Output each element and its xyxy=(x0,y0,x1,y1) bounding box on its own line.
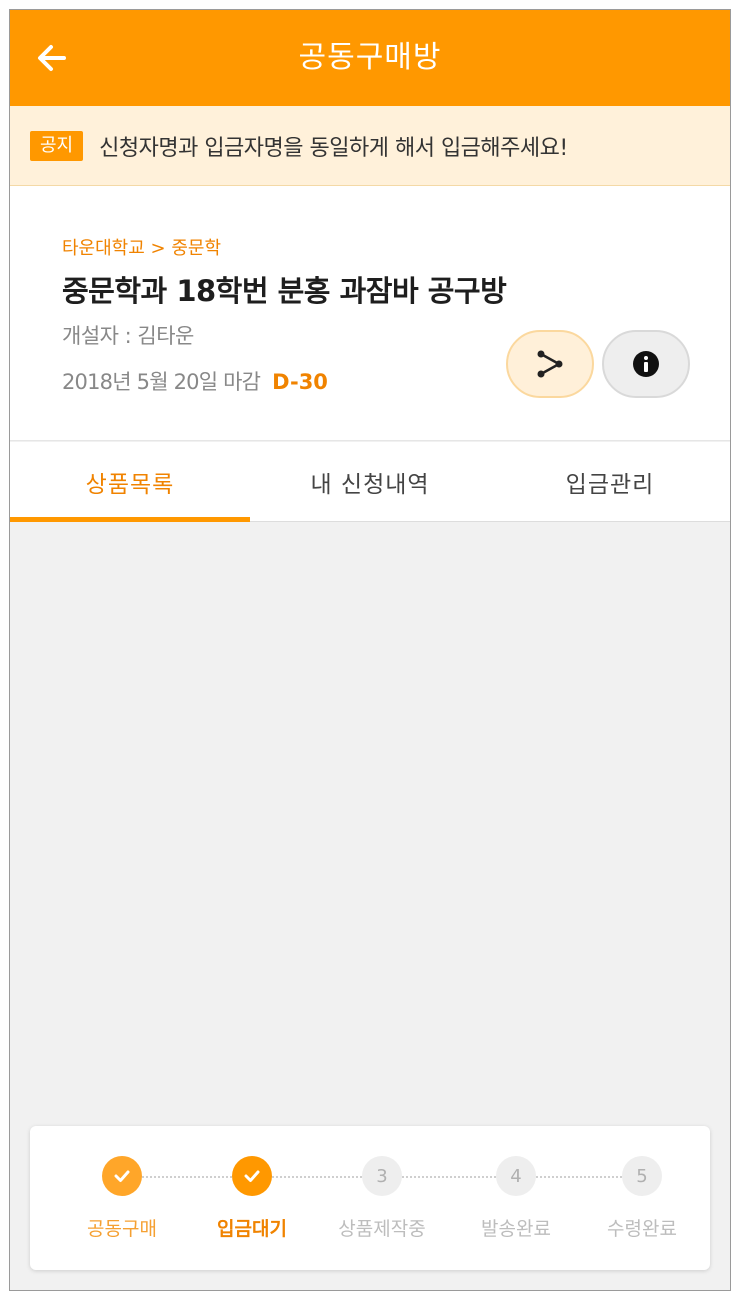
info-button[interactable] xyxy=(602,330,690,398)
check-icon xyxy=(244,1170,260,1182)
step-connector xyxy=(402,1176,496,1178)
app-header: 공동구매방 xyxy=(10,10,730,106)
breadcrumb[interactable]: 타운대학교 > 중문학 xyxy=(62,234,221,260)
tab-product-list[interactable]: 상품목록 xyxy=(10,442,250,522)
step-5-indicator: 5 xyxy=(622,1156,662,1196)
step-connector xyxy=(272,1176,362,1178)
notice-badge: 공지 xyxy=(30,130,84,161)
step-1-indicator xyxy=(102,1156,142,1196)
info-icon xyxy=(633,351,659,377)
app-screen: 공동구매방 공지 신청자명과 입금자명을 동일하게 해서 입금해주세요! 타운대… xyxy=(9,9,731,1291)
step-connector xyxy=(142,1176,232,1178)
room-creator: 개설자 : 김타운 xyxy=(62,324,194,348)
tab-payment-management[interactable]: 입금관리 xyxy=(490,442,730,521)
tab-bar: 상품목록 내 신청내역 입금관리 xyxy=(10,442,730,522)
deadline-row: 2018년 5월 20일 마감 D-30 xyxy=(62,366,328,396)
step-2-label: 입금대기 xyxy=(217,1218,287,1240)
step-3-indicator: 3 xyxy=(362,1156,402,1196)
step-3-label: 상품제작중 xyxy=(338,1218,426,1240)
progress-tracker: 공동구매 입금대기 3 상품제작중 4 발송완료 5 수령완료 xyxy=(30,1126,710,1270)
step-connector xyxy=(536,1176,622,1178)
step-4-label: 발송완료 xyxy=(481,1218,551,1240)
room-info-section: 타운대학교 > 중문학 중문학과 18학번 분홍 과잠바 공구방 개설자 : 김… xyxy=(10,186,730,441)
share-icon xyxy=(537,350,563,378)
tab-my-applications[interactable]: 내 신청내역 xyxy=(250,442,490,521)
step-5-label: 수령완료 xyxy=(607,1218,677,1240)
step-2-indicator xyxy=(232,1156,272,1196)
dday-badge: D-30 xyxy=(272,370,328,394)
notice-bar: 공지 신청자명과 입금자명을 동일하게 해서 입금해주세요! xyxy=(10,106,730,186)
share-button[interactable] xyxy=(506,330,594,398)
room-title: 중문학과 18학번 분홍 과잠바 공구방 xyxy=(62,274,507,308)
step-4-indicator: 4 xyxy=(496,1156,536,1196)
notice-text: 신청자명과 입금자명을 동일하게 해서 입금해주세요! xyxy=(99,135,568,161)
page-title: 공동구매방 xyxy=(298,40,442,75)
step-1-label: 공동구매 xyxy=(87,1218,157,1240)
check-icon xyxy=(114,1170,130,1182)
deadline-date: 2018년 5월 20일 마감 xyxy=(62,370,261,394)
